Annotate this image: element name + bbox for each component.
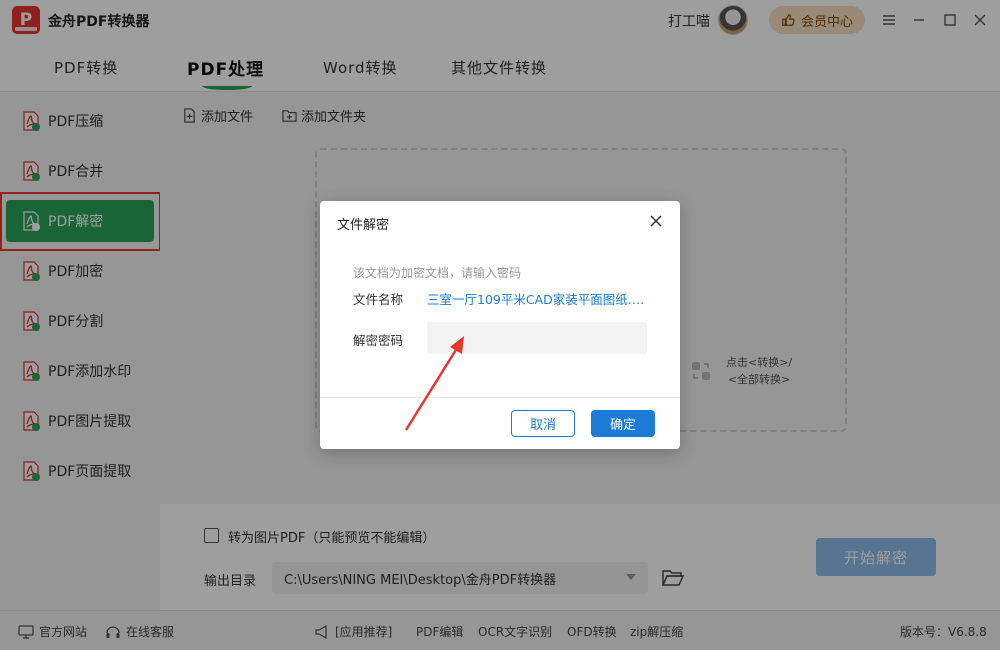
confirm-button[interactable]: 确定	[591, 410, 655, 437]
decrypt-dialog: 文件解密 该文档为加密文档，请输入密码 文件名称 三室一厅109平米CAD家装平…	[320, 201, 680, 449]
file-name-label: 文件名称	[353, 292, 404, 307]
dialog-divider	[320, 397, 680, 398]
password-label: 解密密码	[353, 333, 404, 348]
file-name-value: 三室一厅109平米CAD家装平面图纸.pdf	[427, 292, 649, 307]
password-input[interactable]	[427, 322, 647, 354]
dialog-title: 文件解密	[337, 218, 390, 233]
close-icon	[650, 215, 662, 227]
dialog-close-button[interactable]	[649, 214, 665, 230]
cancel-button[interactable]: 取消	[511, 410, 575, 437]
dialog-hint: 该文档为加密文档，请输入密码	[353, 266, 522, 280]
